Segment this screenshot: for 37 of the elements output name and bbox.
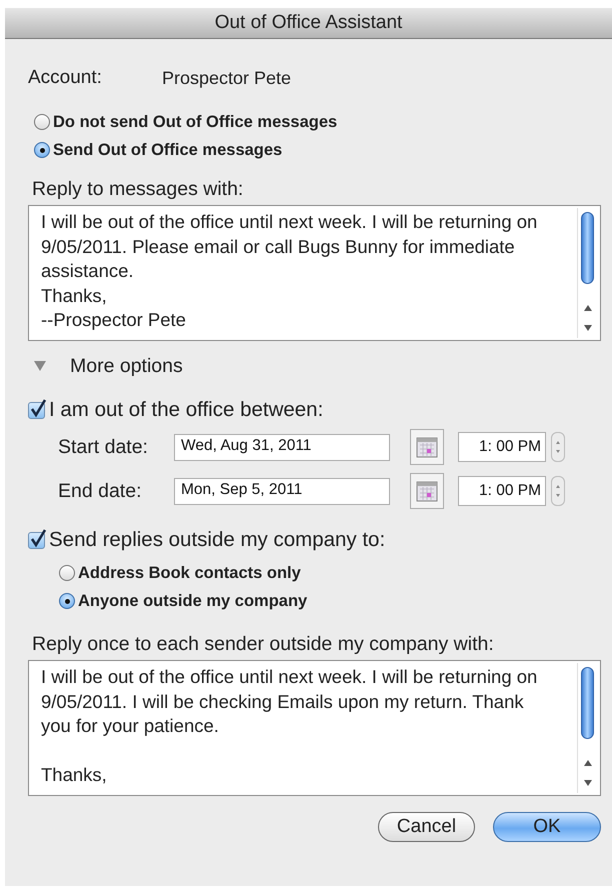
ok-button[interactable]: OK xyxy=(493,812,601,842)
time-field[interactable]: 1: 00 PM xyxy=(458,432,546,462)
radio-label[interactable]: Address Book contacts only xyxy=(78,564,301,582)
disclosure-triangle-icon[interactable] xyxy=(34,361,46,371)
window-title: Out of Office Assistant xyxy=(214,12,402,34)
time-field[interactable]: 1: 00 PM xyxy=(458,476,546,506)
date-field[interactable]: Mon, Sep 5, 2011 xyxy=(174,478,390,504)
field-label: Reply once to each sender outside my company with: xyxy=(32,633,495,656)
more-options-label[interactable]: More options xyxy=(70,354,183,378)
calendar-icon xyxy=(416,436,438,458)
message-field[interactable]: I will be out of the office until next week. I will be returning on 9/05/2011. I will be checking Emails upon my return. Thank you for your patience. Thanks, xyxy=(28,660,601,796)
calendar-button[interactable] xyxy=(410,429,444,465)
field-label: Reply to messages with: xyxy=(32,178,244,201)
scroll-up-arrow-icon[interactable] xyxy=(583,304,593,312)
scroll-down-arrow-icon[interactable] xyxy=(583,324,593,332)
radio-label[interactable]: Do not send Out of Office messages xyxy=(53,112,338,132)
account-label: Account: xyxy=(28,67,103,89)
date-label: Start date: xyxy=(58,436,149,458)
radio-button[interactable] xyxy=(59,593,75,609)
date-field[interactable]: Wed, Aug 31, 2011 xyxy=(174,434,390,460)
account-name: Prospector Pete xyxy=(162,68,292,88)
message-field[interactable]: I will be out of the office until next week. I will be returning on 9/05/2011. Please email or call Bugs Bunny for immediate assistance. Thanks, --Prospector Pete xyxy=(28,205,601,341)
radio-button[interactable] xyxy=(34,142,50,158)
radio-button[interactable] xyxy=(34,114,50,130)
date-label: End date: xyxy=(58,480,142,502)
checkbox-label[interactable]: I am out of the office between: xyxy=(49,398,324,422)
checkbox-label[interactable]: Send replies outside my company to: xyxy=(49,528,386,552)
scroll-down-arrow-icon[interactable] xyxy=(583,779,593,787)
calendar-button[interactable] xyxy=(410,473,444,509)
calendar-icon xyxy=(416,480,438,502)
checkbox[interactable] xyxy=(28,532,45,548)
radio-label[interactable]: Anyone outside my company xyxy=(78,592,308,610)
radio-label[interactable]: Send Out of Office messages xyxy=(53,140,282,160)
cancel-button[interactable]: Cancel xyxy=(378,812,475,842)
radio-button[interactable] xyxy=(59,565,75,581)
checkbox[interactable] xyxy=(28,402,45,418)
scroll-up-arrow-icon[interactable] xyxy=(583,759,593,767)
